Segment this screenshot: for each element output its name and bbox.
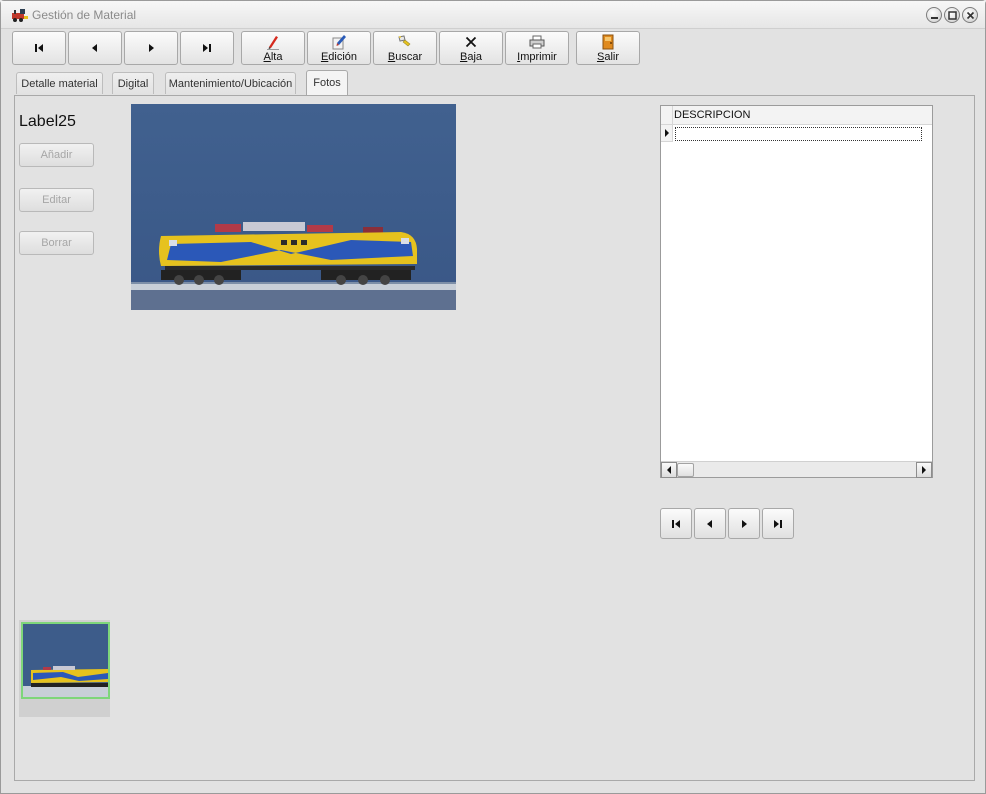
tab-mantenimiento-ubicacion[interactable]: Mantenimiento/Ubicación <box>165 72 296 94</box>
maximize-icon <box>947 10 957 20</box>
nav-first-button[interactable] <box>12 31 66 65</box>
grid-horizontal-scrollbar[interactable] <box>661 461 932 478</box>
description-grid[interactable]: DESCRIPCION <box>660 105 933 478</box>
previous-record-icon <box>92 44 97 52</box>
search-flashlight-icon <box>398 34 411 46</box>
close-button[interactable] <box>962 7 978 23</box>
grid-next-button[interactable] <box>728 508 760 539</box>
scroll-left-icon <box>667 466 671 474</box>
baja-button[interactable]: Baja <box>439 31 503 65</box>
grid-cell-descripcion[interactable] <box>675 127 922 141</box>
train-app-icon <box>12 9 28 22</box>
minimize-button[interactable] <box>926 7 942 23</box>
grid-header: DESCRIPCION <box>661 106 932 125</box>
edit-document-icon <box>332 34 346 49</box>
scroll-thumb[interactable] <box>677 463 694 477</box>
alta-button[interactable]: Alta <box>241 31 305 65</box>
window-title: Gestión de Material <box>32 8 137 22</box>
scroll-right-button[interactable] <box>916 462 932 478</box>
app-window: Gestión de Material Alta Edición Buscar <box>0 0 986 794</box>
nav-previous-button[interactable] <box>68 31 122 65</box>
photo-thumbnail[interactable] <box>21 622 110 699</box>
grid-corner <box>661 106 673 125</box>
exit-door-icon <box>602 34 614 49</box>
edicion-button[interactable]: Edición <box>307 31 371 65</box>
buscar-button[interactable]: Buscar <box>373 31 437 65</box>
close-icon <box>966 11 974 19</box>
row-pointer-icon <box>664 129 669 137</box>
tab-digital[interactable]: Digital <box>112 72 154 94</box>
locomotive-photo <box>131 104 456 310</box>
last-record-icon <box>203 44 211 52</box>
nav-next-button[interactable] <box>124 31 178 65</box>
alta-mnemonic: A <box>263 50 271 63</box>
locomotive-thumbnail-image <box>23 666 108 697</box>
next-record-icon <box>149 44 154 52</box>
imprimir-button[interactable]: Imprimir <box>505 31 569 65</box>
salir-button[interactable]: Salir <box>576 31 640 65</box>
maximize-button[interactable] <box>944 7 960 23</box>
photo-thumbnail-strip[interactable] <box>19 620 110 717</box>
delete-photo-button[interactable]: Borrar <box>19 231 94 255</box>
grid-last-button[interactable] <box>762 508 794 539</box>
delete-x-icon <box>465 36 477 47</box>
first-record-icon <box>35 44 43 52</box>
tab-detalle-material[interactable]: Detalle material <box>16 72 103 94</box>
scroll-right-icon <box>922 466 926 474</box>
locomotive-image <box>131 222 456 310</box>
next-record-icon <box>742 519 747 528</box>
printer-icon <box>529 35 545 48</box>
last-record-icon <box>774 519 782 528</box>
grid-previous-button[interactable] <box>694 508 726 539</box>
tab-fotos[interactable]: Fotos <box>306 70 348 95</box>
grid-column-descripcion[interactable]: DESCRIPCION <box>674 109 750 121</box>
nav-last-button[interactable] <box>180 31 234 65</box>
scroll-left-button[interactable] <box>661 462 677 478</box>
current-row-indicator <box>661 125 673 142</box>
previous-record-icon <box>707 519 712 528</box>
edit-photo-button[interactable]: Editar <box>19 188 94 212</box>
add-photo-button[interactable]: Añadir <box>19 143 94 167</box>
first-record-icon <box>672 519 680 528</box>
photo-label: Label25 <box>19 113 76 130</box>
minimize-icon <box>930 16 938 19</box>
grid-first-button[interactable] <box>660 508 692 539</box>
pencil-icon <box>267 35 279 50</box>
title-bar[interactable]: Gestión de Material <box>1 1 985 29</box>
